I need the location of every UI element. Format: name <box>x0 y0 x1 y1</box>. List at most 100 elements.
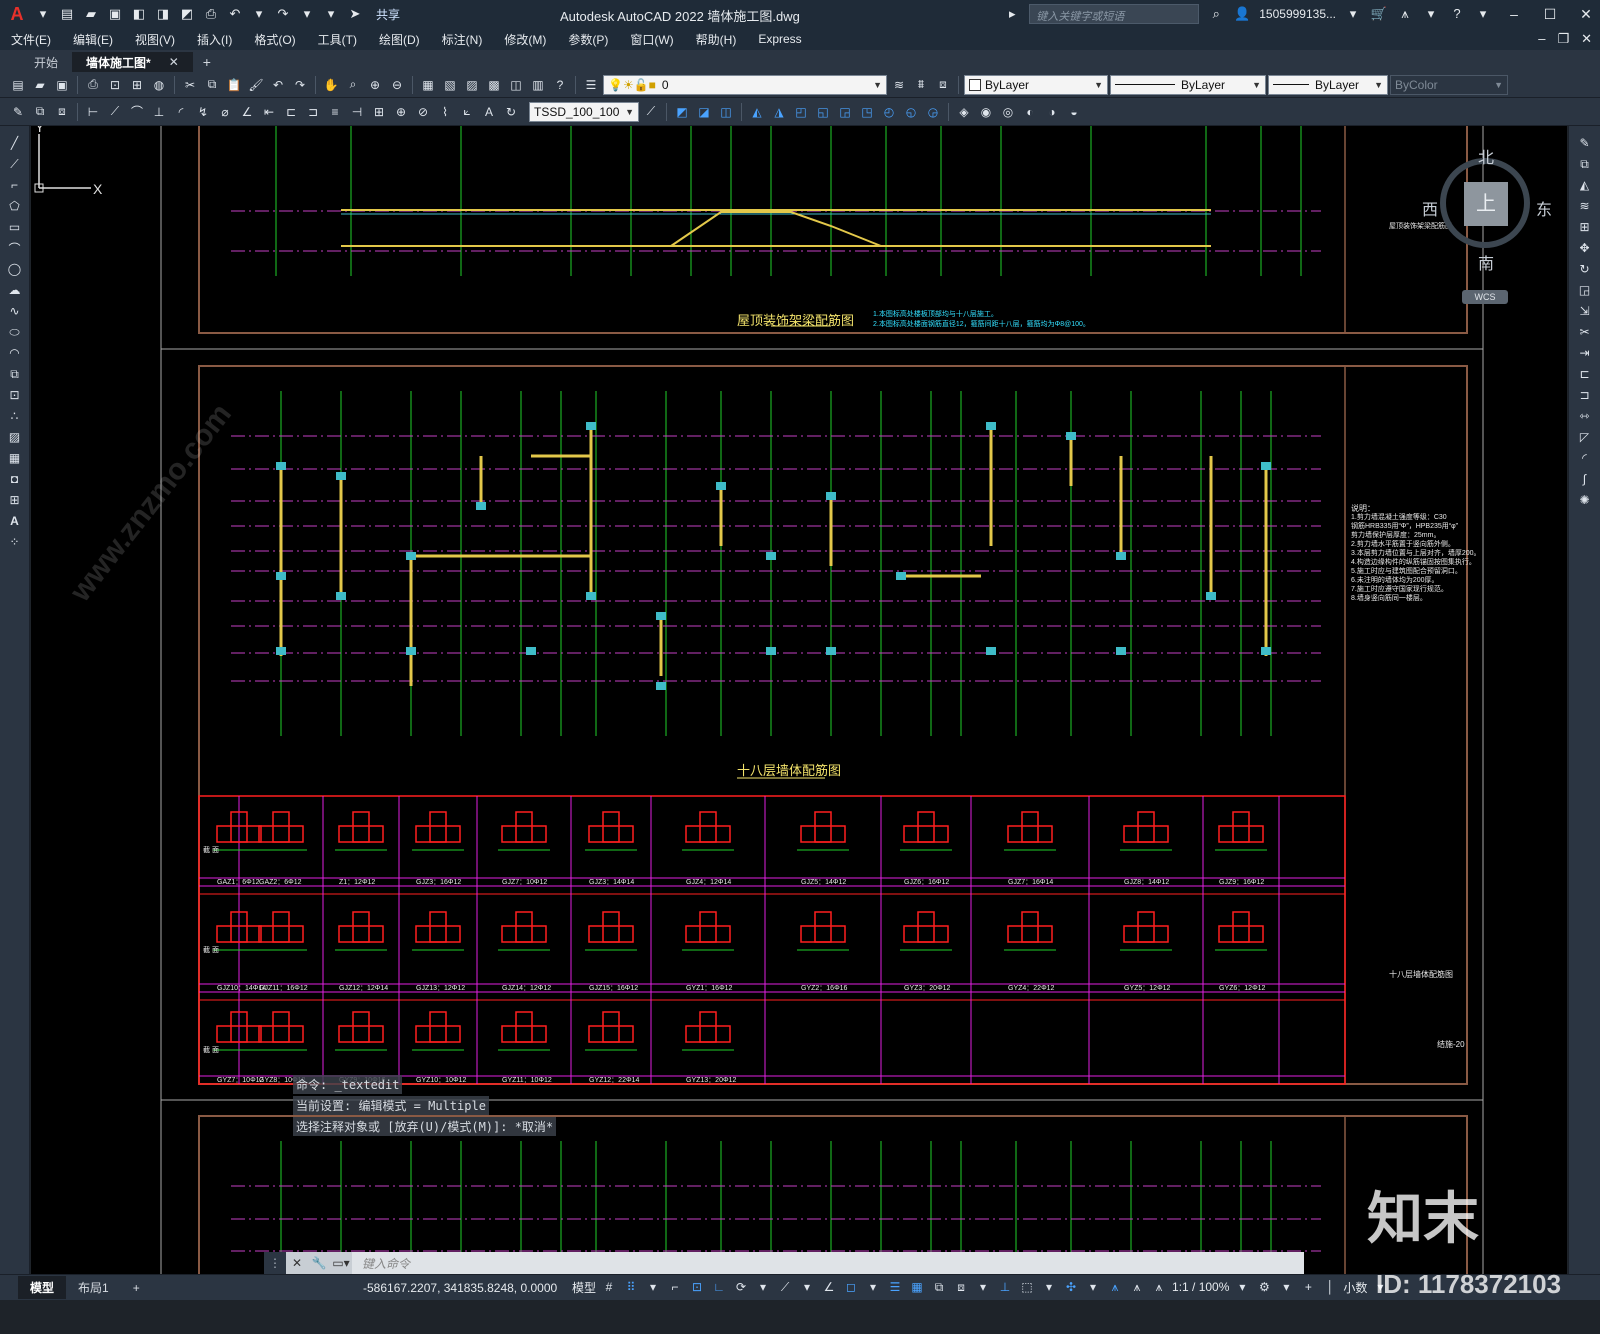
snap-dropdown-icon[interactable]: ▾ <box>644 1278 662 1296</box>
auto-scale-icon[interactable]: ⩚ <box>1128 1278 1146 1296</box>
tab-close-icon[interactable]: ✕ <box>169 55 179 69</box>
layer-states-icon[interactable]: ⧈ <box>933 75 953 95</box>
menu-express[interactable]: Express <box>747 32 812 46</box>
compass-west[interactable]: 西 <box>1422 196 1438 220</box>
undo-icon[interactable]: ↶ <box>268 75 288 95</box>
doc-close-icon[interactable]: ✕ <box>1581 31 1592 47</box>
app-menu-arrow-icon[interactable]: ▾ <box>34 5 52 23</box>
polar-icon[interactable]: ⟳ <box>732 1278 750 1296</box>
camera-icon[interactable]: ◑ <box>1042 102 1062 122</box>
color-dropdown[interactable]: ByLayer ▼ <box>964 74 1108 95</box>
dim-radius-icon[interactable]: ◜ <box>171 102 191 122</box>
compass-south[interactable]: 南 <box>1478 250 1494 274</box>
jogged-linear-icon[interactable]: ⌇ <box>435 102 455 122</box>
table-icon[interactable]: ⊞ <box>5 491 25 509</box>
walk-icon[interactable]: ◒ <box>1064 102 1084 122</box>
center-mark-icon[interactable]: ⊕ <box>391 102 411 122</box>
customize-icon[interactable]: 🔧 <box>308 1252 330 1274</box>
menu-help[interactable]: 帮助(H) <box>685 31 748 48</box>
ucs-icon[interactable]: ◩ <box>672 102 692 122</box>
open-web-icon[interactable]: ◨ <box>154 5 172 23</box>
dim-angular-icon[interactable]: ∠ <box>237 102 257 122</box>
object-snap-icon[interactable]: ◻ <box>842 1278 860 1296</box>
user-account[interactable]: 1505999135... <box>1259 7 1336 21</box>
compass-north[interactable]: 北 <box>1478 144 1494 168</box>
app-dropdown-icon[interactable]: ▾ <box>1422 5 1440 23</box>
tolerance-icon[interactable]: ⊞ <box>369 102 389 122</box>
ucs-3point-icon[interactable]: ◳ <box>857 102 877 122</box>
region-icon[interactable]: ◘ <box>5 470 25 488</box>
tab-start[interactable]: 开始 <box>20 52 73 72</box>
save-as-icon[interactable]: ◧ <box>130 5 148 23</box>
insert-block-icon[interactable]: ⧉ <box>5 365 25 383</box>
redo-icon[interactable]: ↷ <box>274 5 292 23</box>
match-properties-icon[interactable]: 🖌 <box>246 75 266 95</box>
units-icon[interactable]: │ <box>1321 1278 1339 1296</box>
help-icon[interactable]: ? <box>1448 5 1466 23</box>
paste-icon[interactable]: 📋 <box>224 75 244 95</box>
edit-icon[interactable]: ✎ <box>8 102 28 122</box>
compass-east[interactable]: 东 <box>1536 196 1552 220</box>
erase-icon[interactable]: ✎ <box>1575 134 1595 152</box>
save-icon[interactable]: ▣ <box>106 5 124 23</box>
quick-dim-icon[interactable]: ⇤ <box>259 102 279 122</box>
3d-osnap-icon[interactable]: ⧈ <box>952 1278 970 1296</box>
menu-format[interactable]: 格式(O) <box>243 31 306 48</box>
dim-aligned-icon[interactable]: ⟋ <box>105 102 125 122</box>
menu-dimension[interactable]: 标注(N) <box>431 31 494 48</box>
copy-object-icon[interactable]: ⧉ <box>1575 155 1595 173</box>
user-dropdown-icon[interactable]: ▾ <box>1344 5 1362 23</box>
layer-iso-icon[interactable]: ⧈ <box>52 102 72 122</box>
ucs-object-icon[interactable]: ◮ <box>769 102 789 122</box>
ucs-x-icon[interactable]: ◴ <box>879 102 899 122</box>
menu-window[interactable]: 窗口(W) <box>619 31 684 48</box>
cart-icon[interactable]: 🛒 <box>1370 5 1388 23</box>
menu-draw[interactable]: 绘图(D) <box>368 31 431 48</box>
dim-jogged-icon[interactable]: ↯ <box>193 102 213 122</box>
annotation-scale[interactable]: 1:1 / 100% <box>1172 1280 1229 1294</box>
command-input[interactable]: 键入命令 <box>352 1255 1304 1272</box>
move-icon[interactable]: ✥ <box>1575 239 1595 257</box>
inspect-icon[interactable]: ⊘ <box>413 102 433 122</box>
selection-cycling-icon[interactable]: ⧉ <box>930 1278 948 1296</box>
zoom-realtime-icon[interactable]: ⌕ <box>343 75 363 95</box>
explode-icon[interactable]: ✺ <box>1575 491 1595 509</box>
ucs-zaxis-icon[interactable]: ◲ <box>835 102 855 122</box>
help-dropdown-icon[interactable]: ▾ <box>1474 5 1492 23</box>
ucs-world-icon[interactable]: ◪ <box>694 102 714 122</box>
dim-space-icon[interactable]: ≡ <box>325 102 345 122</box>
design-center-icon[interactable]: ▧ <box>440 75 460 95</box>
save-icon[interactable]: ▣ <box>52 75 72 95</box>
scale-icon[interactable]: ◲ <box>1575 281 1595 299</box>
plotstyle-dropdown[interactable]: ByColor ▼ <box>1390 74 1508 95</box>
infer-constraints-icon[interactable]: ⌐ <box>666 1278 684 1296</box>
draw-order-icon[interactable]: ⧉ <box>30 102 50 122</box>
join-icon[interactable]: ⇿ <box>1575 407 1595 425</box>
array-icon[interactable]: ⊞ <box>1575 218 1595 236</box>
isodraft-icon[interactable]: ⟋ <box>776 1278 794 1296</box>
ucs-view-icon[interactable]: ◰ <box>791 102 811 122</box>
ellipse-arc-icon[interactable]: ◠ <box>5 344 25 362</box>
calculator-icon[interactable]: ▥ <box>528 75 548 95</box>
stretch-icon[interactable]: ⇲ <box>1575 302 1595 320</box>
add-layout-button[interactable]: + <box>121 1278 152 1298</box>
tab-drawing[interactable]: 墙体施工图* ✕ <box>72 52 193 72</box>
line-icon[interactable]: ╱ <box>5 134 25 152</box>
visual-style-icon[interactable]: ◉ <box>976 102 996 122</box>
lineweight-icon[interactable]: ☰ <box>886 1278 904 1296</box>
rotate-icon[interactable]: ↻ <box>1575 260 1595 278</box>
trim-icon[interactable]: ✂ <box>1575 323 1595 341</box>
new-icon[interactable]: ▤ <box>58 5 76 23</box>
tab-model[interactable]: 模型 <box>18 1276 67 1299</box>
render-icon[interactable]: ◈ <box>954 102 974 122</box>
new-tab-button[interactable]: + <box>193 52 221 72</box>
dim-break-icon[interactable]: ⊣ <box>347 102 367 122</box>
wcs-menu[interactable]: WCS <box>1462 290 1508 304</box>
search-icon[interactable]: ⌕ <box>1207 5 1225 23</box>
break-at-point-icon[interactable]: ⊏ <box>1575 365 1595 383</box>
viewcube-top-face[interactable]: 上 <box>1464 182 1508 226</box>
lights-icon[interactable]: ◎ <box>998 102 1018 122</box>
plot-preview-icon[interactable]: ⊡ <box>105 75 125 95</box>
lineweight-dropdown[interactable]: ByLayer ▼ <box>1268 74 1388 95</box>
point-icon[interactable]: ∴ <box>5 407 25 425</box>
